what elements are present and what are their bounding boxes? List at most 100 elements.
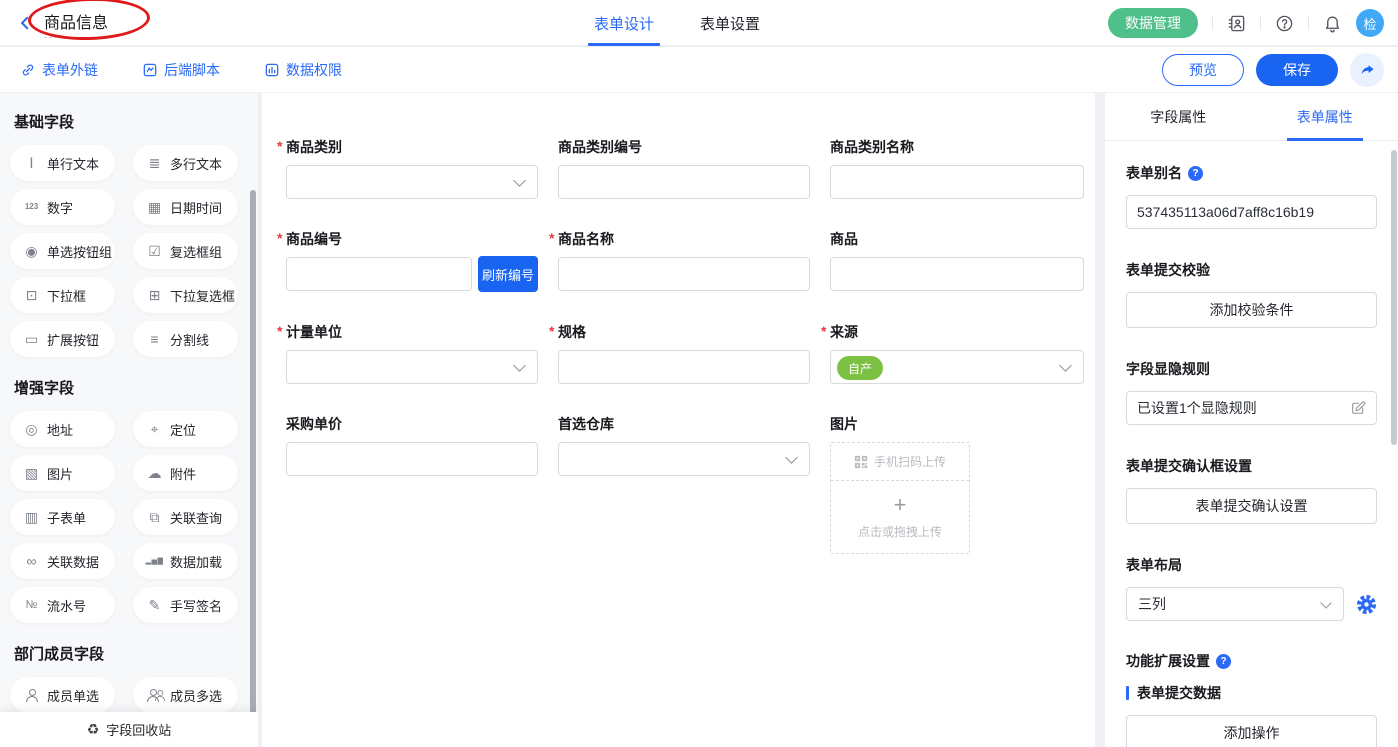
data-manage-button[interactable]: 数据管理 [1108,8,1198,38]
text-input[interactable] [830,165,1084,199]
field-type-linked-query[interactable]: ⧉关联查询 [133,499,238,535]
field-type-select[interactable]: ⊡下拉框 [10,277,115,313]
add-operation-button[interactable]: 添加操作 [1126,715,1377,747]
field-type-number[interactable]: 123数字 [10,189,115,225]
radio-group-icon: ◉ [23,244,40,258]
field-type-signature[interactable]: ✎手写签名 [133,587,238,623]
help-icon[interactable]: ? [1216,654,1231,669]
select-input[interactable]: 自产 [830,350,1084,384]
form-field[interactable]: *商品类别 [286,137,538,199]
field-library-sidebar: 基础字段 Ⅰ单行文本 ≣多行文本 123数字 ▦日期时间 ◉单选按钮组 ☑复选框组 ⊡下拉框 ⊞… [0,93,258,747]
edit-icon[interactable] [1350,400,1366,416]
field-recycle-bin[interactable]: ♻ 字段回收站 [0,712,258,747]
address-book-icon[interactable] [1227,14,1246,33]
form-field[interactable]: *来源自产 [830,322,1084,384]
submit-confirm-button[interactable]: 表单提交确认设置 [1126,488,1377,524]
field-type-text-single[interactable]: Ⅰ单行文本 [10,145,115,181]
external-link-action[interactable]: 表单外链 [20,60,98,80]
text-input[interactable] [286,442,538,476]
field-label: *规格 [558,322,810,342]
form-field[interactable]: *计量单位 [286,322,538,384]
field-type-attachment[interactable]: ☁附件 [133,455,238,491]
field-label: 首选仓库 [558,414,810,434]
select-input[interactable] [558,442,810,476]
avatar[interactable]: 检 [1356,9,1384,37]
sidebar-section-title: 基础字段 [14,111,258,132]
form-design-canvas[interactable]: *商品类别商品类别编号商品类别名称 *商品编号刷新编号 *商品名称商品 *计量单位 *规… [262,93,1095,747]
form-title[interactable]: 商品信息 [44,9,108,38]
form-alias-input[interactable]: 537435113a06d7aff8c16b19 [1126,195,1377,229]
properties-panel: 字段属性 表单属性 表单别名 ? 537435113a06d7aff8c16b1… [1105,93,1398,747]
form-field[interactable]: 首选仓库 [558,414,810,554]
help-icon[interactable]: ? [1188,166,1203,181]
field-type-address[interactable]: ◎地址 [10,411,115,447]
select-input[interactable] [286,165,538,199]
add-validation-button[interactable]: 添加校验条件 [1126,292,1377,328]
tab-field-properties[interactable]: 字段属性 [1105,93,1252,140]
click-drag-upload-zone[interactable]: +点击或拖拽上传 [831,481,969,553]
address-icon: ◎ [23,422,40,436]
window-scrollbar[interactable] [1391,150,1397,445]
field-type-extend-button[interactable]: ▭扩展按钮 [10,321,115,357]
required-asterisk: * [549,323,554,339]
form-field[interactable]: 商品类别名称 [830,137,1084,199]
field-type-text-multi[interactable]: ≣多行文本 [133,145,238,181]
field-type-multiselect[interactable]: ⊞下拉复选框 [133,277,238,313]
header-tabs: 表单设计 表单设置 [594,0,760,46]
data-permission-icon [264,62,280,78]
image-icon: ▧ [23,466,40,480]
form-field[interactable]: *商品名称 [558,229,810,292]
tab-form-settings[interactable]: 表单设置 [700,0,760,46]
data-permission-action[interactable]: 数据权限 [264,60,342,80]
share-button[interactable] [1350,53,1384,87]
save-button[interactable]: 保存 [1256,54,1338,86]
form-field[interactable]: 商品类别编号 [558,137,810,199]
form-field[interactable]: 采购单价 [286,414,538,554]
form-toolbar: 表单外链 后端脚本 数据权限 预览 保存 [0,47,1398,93]
field-type-locate[interactable]: ⌖定位 [133,411,238,447]
linked-query-icon: ⧉ [146,510,163,524]
subform-icon: ▥ [23,510,40,524]
text-input[interactable] [558,257,810,291]
member-multi-icon [154,689,165,700]
required-asterisk: * [277,138,282,154]
text-input[interactable] [286,257,472,291]
field-type-datetime[interactable]: ▦日期时间 [133,189,238,225]
phone-scan-upload-button[interactable]: 手机扫码上传 [831,443,969,481]
sidebar-scrollbar[interactable] [250,190,256,747]
field-type-radio-group[interactable]: ◉单选按钮组 [10,233,115,269]
back-button[interactable] [16,14,34,32]
required-asterisk: * [277,230,282,246]
locate-icon: ⌖ [146,422,163,436]
backend-script-action[interactable]: 后端脚本 [142,60,220,80]
text-input[interactable] [830,257,1084,291]
form-field[interactable]: *商品编号刷新编号 [286,229,538,292]
gear-icon[interactable] [1356,594,1377,615]
field-type-checkbox-group[interactable]: ☑复选框组 [133,233,238,269]
field-type-image[interactable]: ▧图片 [10,455,115,491]
form-field[interactable]: 商品 [830,229,1084,292]
field-label: *商品名称 [558,229,810,249]
field-type-serial-number[interactable]: №流水号 [10,587,115,623]
help-icon[interactable] [1275,14,1294,33]
form-field[interactable]: 图片手机扫码上传+点击或拖拽上传 [830,414,1084,554]
field-type-member-single[interactable]: 成员单选 [10,677,115,713]
field-type-data-load[interactable]: ▂▅▇数据加载 [133,543,238,579]
text-input[interactable] [558,350,810,384]
tab-form-properties[interactable]: 表单属性 [1252,93,1398,140]
field-type-divider[interactable]: ≡分割线 [133,321,238,357]
field-label: 图片 [830,414,1084,434]
preview-button[interactable]: 预览 [1162,54,1244,86]
field-type-linked-data[interactable]: ∞关联数据 [10,543,115,579]
layout-select[interactable]: 三列 [1126,587,1344,621]
field-type-member-multi[interactable]: 成员多选 [133,677,238,713]
text-input[interactable] [558,165,810,199]
form-field[interactable]: *规格 [558,322,810,384]
field-type-subform[interactable]: ▥子表单 [10,499,115,535]
datetime-icon: ▦ [146,200,163,214]
tab-form-design[interactable]: 表单设计 [594,0,654,46]
visibility-rules-box[interactable]: 已设置1个显隐规则 [1126,391,1377,425]
bell-icon[interactable] [1323,14,1342,33]
refresh-number-button[interactable]: 刷新编号 [478,256,538,292]
select-input[interactable] [286,350,538,384]
